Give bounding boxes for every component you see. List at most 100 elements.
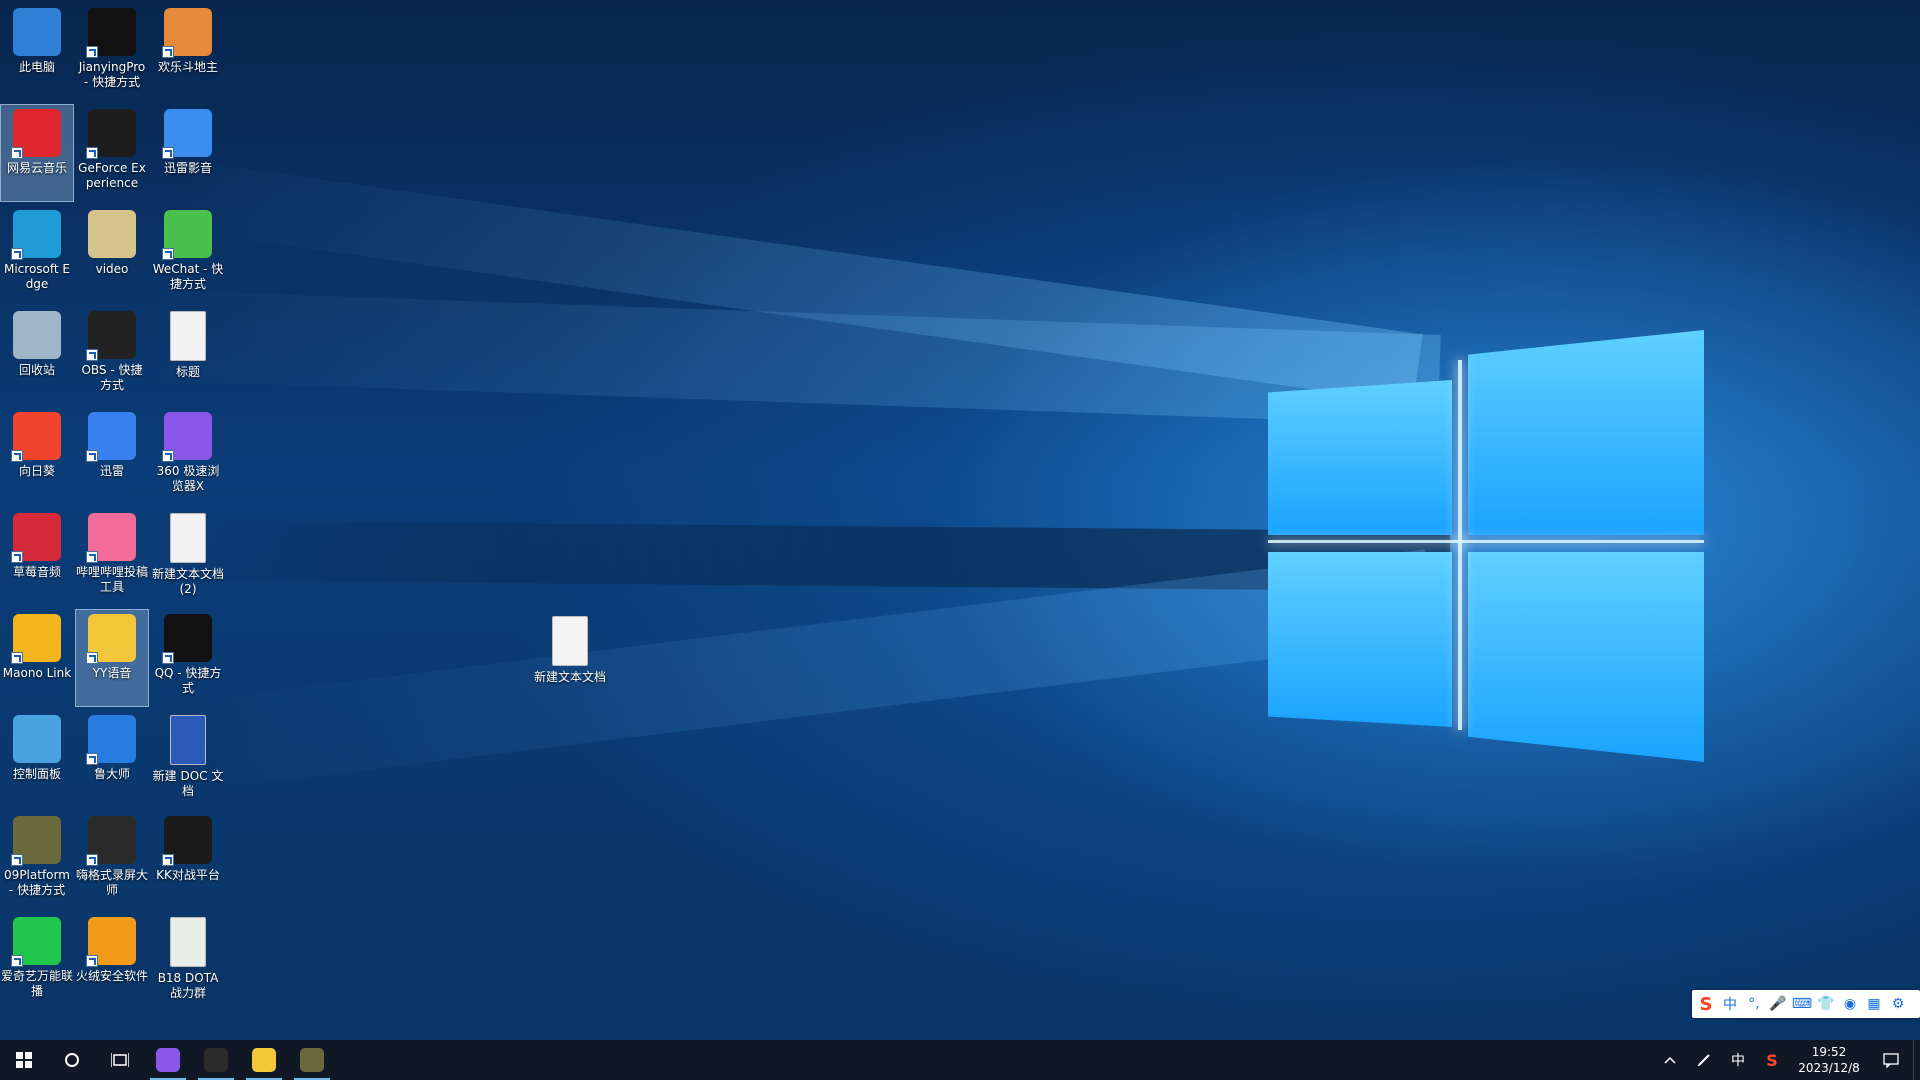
clock[interactable]: 19:52 2023/12/8 bbox=[1789, 1044, 1869, 1076]
desktop-icon[interactable]: Maono Link bbox=[1, 610, 73, 706]
taskbar-app-button[interactable] bbox=[240, 1040, 288, 1080]
desktop-icon[interactable]: 嗨格式录屏大师 bbox=[76, 812, 148, 908]
shortcut-arrow-icon bbox=[11, 147, 23, 159]
desktop-icon[interactable]: 迅雷 bbox=[76, 408, 148, 504]
show-hidden-icons-button[interactable] bbox=[1653, 1040, 1687, 1080]
task-view-button[interactable] bbox=[96, 1040, 144, 1080]
yy-icon bbox=[86, 614, 136, 664]
show-desktop-button[interactable] bbox=[1913, 1040, 1920, 1080]
desktop-icon[interactable]: 新建文本文档 (2) bbox=[152, 509, 224, 605]
desktop-icon[interactable]: B18 DOTA战力群 bbox=[152, 913, 224, 1009]
desktop-icon[interactable]: GeForce Experience bbox=[76, 105, 148, 201]
taskbar-app-button[interactable] bbox=[144, 1040, 192, 1080]
search-button[interactable] bbox=[48, 1040, 96, 1080]
text-file-icon bbox=[552, 616, 588, 666]
desktop-icon-label: 新建 DOC 文档 bbox=[152, 769, 224, 798]
shortcut-arrow-icon bbox=[86, 753, 98, 765]
desktop-icon[interactable]: OBS - 快捷方式 bbox=[76, 307, 148, 403]
light-beam bbox=[194, 549, 1437, 790]
desktop-icon[interactable]: 爱奇艺万能联播 bbox=[1, 913, 73, 1009]
text-file-icon bbox=[170, 513, 206, 563]
sogou-logo-icon[interactable]: S bbox=[1696, 994, 1716, 1015]
clock-date: 2023/12/8 bbox=[1798, 1061, 1860, 1075]
desktop-icon[interactable]: video bbox=[76, 206, 148, 302]
desktop-icon-label: 回收站 bbox=[18, 363, 55, 377]
recycle-bin-icon bbox=[13, 311, 61, 359]
ime-tool-icon[interactable]: ◉ bbox=[1840, 994, 1860, 1014]
edge-icon bbox=[11, 210, 61, 260]
desktop-icon-label: B18 DOTA战力群 bbox=[157, 971, 219, 1000]
text-file-icon bbox=[170, 311, 206, 361]
shortcut-arrow-icon bbox=[86, 147, 98, 159]
pen-icon bbox=[1697, 1054, 1710, 1067]
desktop-icon-label: OBS - 快捷方式 bbox=[81, 363, 143, 392]
desktop-icon-label: video bbox=[95, 262, 129, 276]
shortcut-arrow-icon bbox=[86, 349, 98, 361]
start-button[interactable] bbox=[0, 1040, 48, 1080]
desktop-icon[interactable]: 此电脑 bbox=[1, 4, 73, 100]
desktop-icon[interactable]: JianyingPro - 快捷方式 bbox=[76, 4, 148, 100]
ime-toolbar[interactable]: S 中 °, 🎤 ⌨ 👕 ◉ ▦ ⚙ bbox=[1692, 990, 1920, 1018]
desktop-icon-label: 标题 bbox=[175, 365, 200, 379]
sunlogin-icon bbox=[11, 412, 61, 462]
desktop-icon[interactable]: YY语音 bbox=[75, 609, 149, 707]
desktop-icon[interactable]: Microsoft Edge bbox=[1, 206, 73, 302]
desktop-icon[interactable]: 向日葵 bbox=[1, 408, 73, 504]
desktop-icon[interactable]: 新建 DOC 文档 bbox=[152, 711, 224, 807]
notification-icon bbox=[1883, 1053, 1899, 1068]
ime-tool-icon[interactable]: 🎤 bbox=[1768, 994, 1788, 1014]
pen-workspace-button[interactable] bbox=[1687, 1040, 1721, 1080]
desktop-icon-label: 哔哩哔哩投稿工具 bbox=[76, 565, 149, 594]
ime-tool-icon[interactable]: ▦ bbox=[1864, 994, 1884, 1014]
shortcut-arrow-icon bbox=[86, 652, 98, 664]
sogou-ime-tray-button[interactable]: S bbox=[1755, 1040, 1789, 1080]
ime-tool-icon[interactable]: °, bbox=[1744, 994, 1764, 1014]
desktop-icon-label: 向日葵 bbox=[18, 464, 55, 478]
desktop-icon[interactable]: 控制面板 bbox=[1, 711, 73, 807]
360-browser-icon bbox=[162, 412, 212, 462]
ime-tool-icon[interactable]: ⌨ bbox=[1792, 994, 1812, 1014]
desktop-icon[interactable]: QQ - 快捷方式 bbox=[152, 610, 224, 706]
desktop-icon[interactable]: WeChat - 快捷方式 bbox=[152, 206, 224, 302]
desktop-icon[interactable]: 360 极速浏览器X bbox=[152, 408, 224, 504]
wechat-icon bbox=[162, 210, 212, 260]
desktop-icon[interactable]: 09Platform - 快捷方式 bbox=[1, 812, 73, 908]
desktop-icon[interactable]: 草莓音频 bbox=[1, 509, 73, 605]
ime-tool-icon[interactable]: 👕 bbox=[1816, 994, 1836, 1014]
desktop-icon-label: 09Platform - 快捷方式 bbox=[4, 868, 70, 897]
input-language-button[interactable]: 中 bbox=[1721, 1040, 1755, 1080]
desktop-icon[interactable]: 新建文本文档 bbox=[534, 612, 606, 708]
desktop-icon[interactable]: 火绒安全软件 bbox=[76, 913, 148, 1009]
light-beam bbox=[175, 160, 1423, 404]
desktop-icon-label: 控制面板 bbox=[12, 767, 61, 781]
ime-tool-icon[interactable]: ⚙ bbox=[1888, 994, 1908, 1014]
xunlei-player-icon bbox=[162, 109, 212, 159]
shortcut-arrow-icon bbox=[162, 450, 174, 462]
shortcut-arrow-icon bbox=[86, 854, 98, 866]
desktop-icon-label: 迅雷 bbox=[99, 464, 124, 478]
desktop-icon[interactable]: 哔哩哔哩投稿工具 bbox=[76, 509, 148, 605]
taskbar-app-button[interactable] bbox=[192, 1040, 240, 1080]
taskbar-app-button[interactable] bbox=[288, 1040, 336, 1080]
desktop-icon[interactable]: 欢乐斗地主 bbox=[152, 4, 224, 100]
control-panel-icon bbox=[13, 715, 61, 763]
shortcut-arrow-icon bbox=[86, 46, 98, 58]
desktop[interactable]: 此电脑 JianyingPro - 快捷方式 欢乐斗地主网易云音乐 GeForce E… bbox=[0, 0, 1920, 1040]
desktop-icon[interactable]: KK对战平台 bbox=[152, 812, 224, 908]
desktop-icon-label: Microsoft Edge bbox=[3, 262, 70, 291]
desktop-icon[interactable]: 网易云音乐 bbox=[0, 104, 74, 202]
desktop-icon-label: 网易云音乐 bbox=[6, 161, 67, 175]
doudizhu-icon bbox=[162, 8, 212, 58]
action-center-button[interactable] bbox=[1869, 1040, 1913, 1080]
shortcut-arrow-icon bbox=[162, 248, 174, 260]
desktop-icon-label: 欢乐斗地主 bbox=[157, 60, 218, 74]
shortcut-arrow-icon bbox=[11, 450, 23, 462]
desktop-icon[interactable]: 鲁大师 bbox=[76, 711, 148, 807]
strawberry-icon bbox=[11, 513, 61, 563]
desktop-icon[interactable]: 回收站 bbox=[1, 307, 73, 403]
desktop-icon[interactable]: 迅雷影音 bbox=[152, 105, 224, 201]
desktop-icon-label: 火绒安全软件 bbox=[76, 969, 149, 983]
ime-tool-icon[interactable]: 中 bbox=[1720, 994, 1740, 1014]
desktop-icon[interactable]: 标题 bbox=[152, 307, 224, 403]
shortcut-arrow-icon bbox=[11, 955, 23, 967]
